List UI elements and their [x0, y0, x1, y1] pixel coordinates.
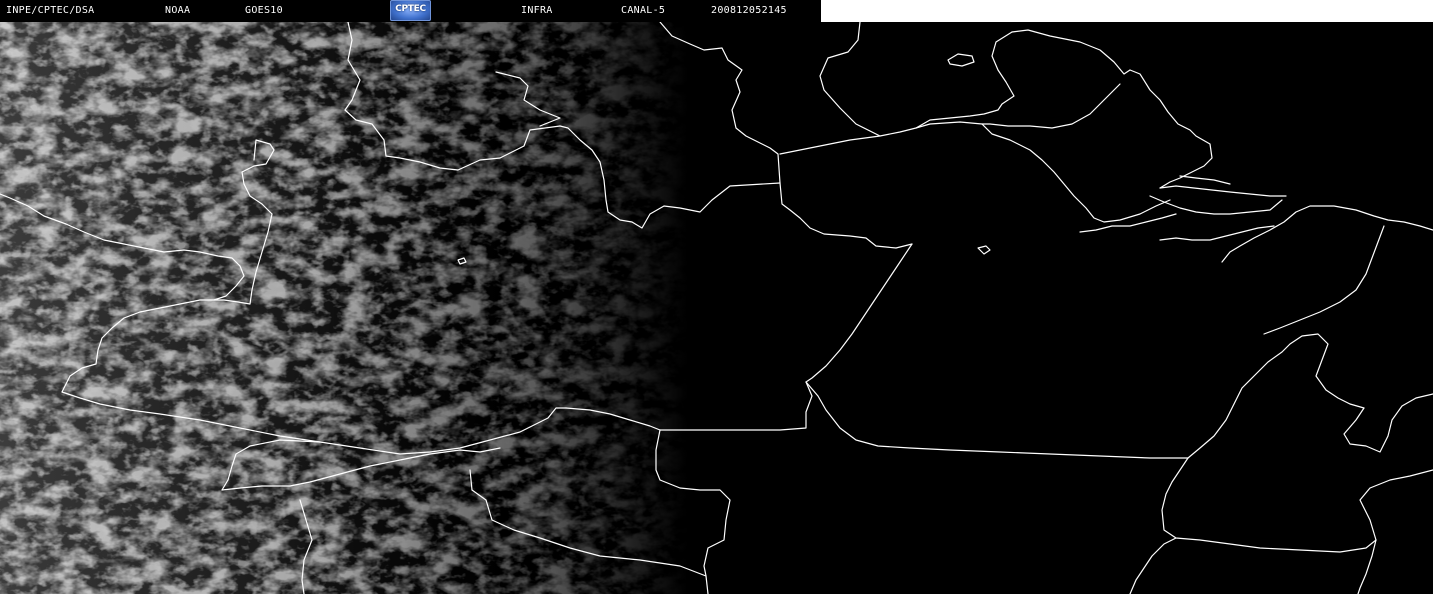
header-bar: INPE/CPTEC/DSA NOAA GOES10 CPTEC INFRA C…	[0, 0, 821, 22]
satellite-image	[0, 0, 1433, 594]
header-blank-area	[821, 0, 1433, 22]
satellite-image-viewer: INPE/CPTEC/DSA NOAA GOES10 CPTEC INFRA C…	[0, 0, 1433, 594]
cloud-cover	[0, 0, 1433, 594]
product-label: INFRA	[521, 5, 553, 16]
institution-label: INPE/CPTEC/DSA	[6, 5, 95, 16]
timestamp-label: 200812052145	[711, 5, 787, 16]
cptec-logo: CPTEC	[390, 0, 431, 21]
channel-label: CANAL-5	[621, 5, 666, 16]
satellite-label: GOES10	[245, 5, 283, 16]
agency-label: NOAA	[165, 5, 191, 16]
cptec-logo-text: CPTEC	[395, 4, 426, 14]
